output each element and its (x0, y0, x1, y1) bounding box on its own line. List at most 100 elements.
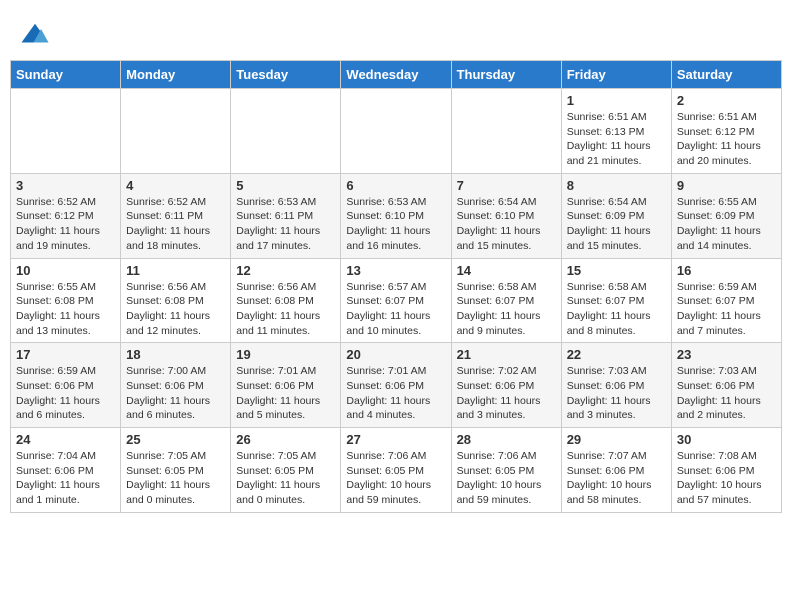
day-info: Sunrise: 7:05 AM Sunset: 6:05 PM Dayligh… (236, 449, 335, 508)
day-number: 28 (457, 432, 556, 447)
calendar-cell: 22 Sunrise: 7:03 AM Sunset: 6:06 PM Dayli… (561, 343, 671, 428)
calendar-cell: 28 Sunrise: 7:06 AM Sunset: 6:05 PM Dayli… (451, 428, 561, 513)
calendar-table: SundayMondayTuesdayWednesdayThursdayFrid… (10, 60, 782, 513)
calendar-cell: 23 Sunrise: 7:03 AM Sunset: 6:06 PM Dayli… (671, 343, 781, 428)
calendar-cell (451, 89, 561, 174)
day-number: 27 (346, 432, 445, 447)
day-number: 21 (457, 347, 556, 362)
day-info: Sunrise: 7:03 AM Sunset: 6:06 PM Dayligh… (677, 364, 776, 423)
calendar-cell: 26 Sunrise: 7:05 AM Sunset: 6:05 PM Dayli… (231, 428, 341, 513)
calendar-cell: 5 Sunrise: 6:53 AM Sunset: 6:11 PM Daylig… (231, 173, 341, 258)
day-info: Sunrise: 6:53 AM Sunset: 6:10 PM Dayligh… (346, 195, 445, 254)
day-number: 12 (236, 263, 335, 278)
logo-icon (20, 20, 50, 50)
calendar-cell: 27 Sunrise: 7:06 AM Sunset: 6:05 PM Dayli… (341, 428, 451, 513)
day-number: 26 (236, 432, 335, 447)
day-info: Sunrise: 6:52 AM Sunset: 6:11 PM Dayligh… (126, 195, 225, 254)
calendar-cell: 18Sunrise: 7:00 AM Sunset: 6:06 PM Dayli… (121, 343, 231, 428)
day-number: 2 (677, 93, 776, 108)
day-number: 16 (677, 263, 776, 278)
day-number: 9 (677, 178, 776, 193)
calendar-cell: 21 Sunrise: 7:02 AM Sunset: 6:06 PM Dayli… (451, 343, 561, 428)
day-info: Sunrise: 6:54 AM Sunset: 6:09 PM Dayligh… (567, 195, 666, 254)
calendar-cell: 15 Sunrise: 6:58 AM Sunset: 6:07 PM Dayli… (561, 258, 671, 343)
day-info: Sunrise: 6:59 AM Sunset: 6:07 PM Dayligh… (677, 280, 776, 339)
day-number: 25 (126, 432, 225, 447)
calendar-cell: 30Sunrise: 7:08 AM Sunset: 6:06 PM Dayli… (671, 428, 781, 513)
calendar-week-row: 10Sunrise: 6:55 AM Sunset: 6:08 PM Dayli… (11, 258, 782, 343)
calendar-cell (341, 89, 451, 174)
day-info: Sunrise: 7:05 AM Sunset: 6:05 PM Dayligh… (126, 449, 225, 508)
calendar-header-saturday: Saturday (671, 61, 781, 89)
calendar-header-sunday: Sunday (11, 61, 121, 89)
day-info: Sunrise: 7:01 AM Sunset: 6:06 PM Dayligh… (236, 364, 335, 423)
calendar-header-row: SundayMondayTuesdayWednesdayThursdayFrid… (11, 61, 782, 89)
day-info: Sunrise: 6:56 AM Sunset: 6:08 PM Dayligh… (126, 280, 225, 339)
day-number: 17 (16, 347, 115, 362)
calendar-cell: 2 Sunrise: 6:51 AM Sunset: 6:12 PM Daylig… (671, 89, 781, 174)
day-number: 13 (346, 263, 445, 278)
day-number: 8 (567, 178, 666, 193)
day-info: Sunrise: 7:07 AM Sunset: 6:06 PM Dayligh… (567, 449, 666, 508)
day-number: 5 (236, 178, 335, 193)
day-info: Sunrise: 6:55 AM Sunset: 6:09 PM Dayligh… (677, 195, 776, 254)
day-info: Sunrise: 6:56 AM Sunset: 6:08 PM Dayligh… (236, 280, 335, 339)
day-number: 20 (346, 347, 445, 362)
calendar-cell: 13 Sunrise: 6:57 AM Sunset: 6:07 PM Dayli… (341, 258, 451, 343)
day-number: 15 (567, 263, 666, 278)
day-info: Sunrise: 7:02 AM Sunset: 6:06 PM Dayligh… (457, 364, 556, 423)
day-number: 29 (567, 432, 666, 447)
calendar-cell: 29 Sunrise: 7:07 AM Sunset: 6:06 PM Dayli… (561, 428, 671, 513)
calendar-cell: 25 Sunrise: 7:05 AM Sunset: 6:05 PM Dayli… (121, 428, 231, 513)
calendar-header-thursday: Thursday (451, 61, 561, 89)
day-info: Sunrise: 6:53 AM Sunset: 6:11 PM Dayligh… (236, 195, 335, 254)
calendar-cell: 24 Sunrise: 7:04 AM Sunset: 6:06 PM Dayli… (11, 428, 121, 513)
calendar-header-monday: Monday (121, 61, 231, 89)
calendar-cell: 20 Sunrise: 7:01 AM Sunset: 6:06 PM Dayli… (341, 343, 451, 428)
day-number: 24 (16, 432, 115, 447)
day-number: 23 (677, 347, 776, 362)
calendar-cell: 10Sunrise: 6:55 AM Sunset: 6:08 PM Dayli… (11, 258, 121, 343)
day-info: Sunrise: 6:52 AM Sunset: 6:12 PM Dayligh… (16, 195, 115, 254)
day-info: Sunrise: 6:59 AM Sunset: 6:06 PM Dayligh… (16, 364, 115, 423)
day-info: Sunrise: 7:03 AM Sunset: 6:06 PM Dayligh… (567, 364, 666, 423)
calendar-header-wednesday: Wednesday (341, 61, 451, 89)
calendar-week-row: 17 Sunrise: 6:59 AM Sunset: 6:06 PM Dayli… (11, 343, 782, 428)
day-info: Sunrise: 6:51 AM Sunset: 6:12 PM Dayligh… (677, 110, 776, 169)
page-header (10, 10, 782, 55)
calendar-cell: 19 Sunrise: 7:01 AM Sunset: 6:06 PM Dayli… (231, 343, 341, 428)
day-number: 22 (567, 347, 666, 362)
day-number: 19 (236, 347, 335, 362)
day-info: Sunrise: 7:08 AM Sunset: 6:06 PM Dayligh… (677, 449, 776, 508)
day-number: 1 (567, 93, 666, 108)
calendar-cell: 4 Sunrise: 6:52 AM Sunset: 6:11 PM Daylig… (121, 173, 231, 258)
calendar-cell: 9 Sunrise: 6:55 AM Sunset: 6:09 PM Daylig… (671, 173, 781, 258)
calendar-week-row: 24 Sunrise: 7:04 AM Sunset: 6:06 PM Dayli… (11, 428, 782, 513)
calendar-cell: 11 Sunrise: 6:56 AM Sunset: 6:08 PM Dayli… (121, 258, 231, 343)
calendar-header-tuesday: Tuesday (231, 61, 341, 89)
calendar-cell: 7 Sunrise: 6:54 AM Sunset: 6:10 PM Daylig… (451, 173, 561, 258)
day-info: Sunrise: 7:01 AM Sunset: 6:06 PM Dayligh… (346, 364, 445, 423)
day-info: Sunrise: 7:06 AM Sunset: 6:05 PM Dayligh… (457, 449, 556, 508)
calendar-cell: 16 Sunrise: 6:59 AM Sunset: 6:07 PM Dayli… (671, 258, 781, 343)
day-number: 6 (346, 178, 445, 193)
day-number: 11 (126, 263, 225, 278)
calendar-week-row: 1 Sunrise: 6:51 AM Sunset: 6:13 PM Daylig… (11, 89, 782, 174)
calendar-cell: 1 Sunrise: 6:51 AM Sunset: 6:13 PM Daylig… (561, 89, 671, 174)
day-info: Sunrise: 6:51 AM Sunset: 6:13 PM Dayligh… (567, 110, 666, 169)
day-info: Sunrise: 6:58 AM Sunset: 6:07 PM Dayligh… (567, 280, 666, 339)
calendar-cell: 8 Sunrise: 6:54 AM Sunset: 6:09 PM Daylig… (561, 173, 671, 258)
calendar-cell: 12 Sunrise: 6:56 AM Sunset: 6:08 PM Dayli… (231, 258, 341, 343)
day-info: Sunrise: 6:57 AM Sunset: 6:07 PM Dayligh… (346, 280, 445, 339)
calendar-cell: 14Sunrise: 6:58 AM Sunset: 6:07 PM Dayli… (451, 258, 561, 343)
day-number: 3 (16, 178, 115, 193)
day-info: Sunrise: 7:04 AM Sunset: 6:06 PM Dayligh… (16, 449, 115, 508)
day-number: 4 (126, 178, 225, 193)
day-info: Sunrise: 6:54 AM Sunset: 6:10 PM Dayligh… (457, 195, 556, 254)
day-info: Sunrise: 6:58 AM Sunset: 6:07 PM Dayligh… (457, 280, 556, 339)
calendar-cell (121, 89, 231, 174)
day-number: 7 (457, 178, 556, 193)
day-info: Sunrise: 7:00 AM Sunset: 6:06 PM Dayligh… (126, 364, 225, 423)
day-info: Sunrise: 7:06 AM Sunset: 6:05 PM Dayligh… (346, 449, 445, 508)
calendar-cell (231, 89, 341, 174)
